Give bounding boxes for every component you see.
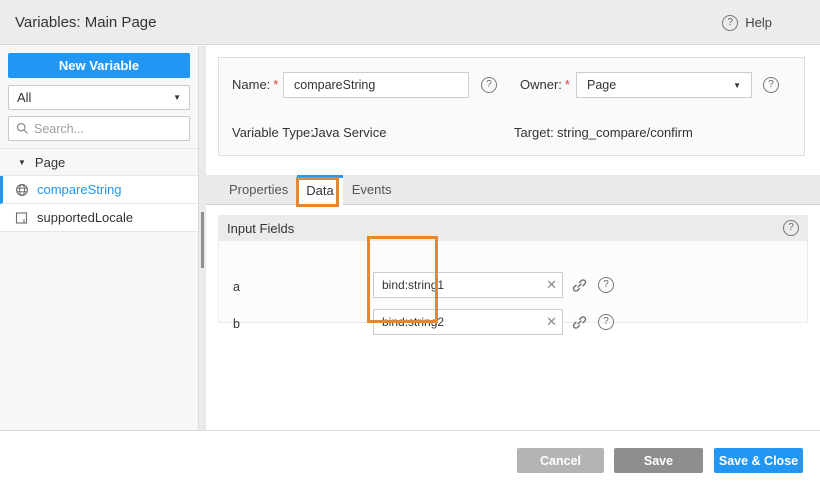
variable-icon: x (15, 211, 29, 225)
dialog-header: Variables: Main Page ? Help (0, 0, 820, 45)
binding-field-b-wrap: ✕ (373, 309, 563, 335)
detail-tabs: Properties Data Events (206, 175, 820, 205)
input-fields-title: Input Fields (227, 221, 294, 236)
name-label: Name:* (232, 77, 278, 92)
help-label: Help (745, 15, 772, 30)
main-panel: Name:* ? Owner:* Page ▼ ? Variable Type:… (206, 46, 820, 430)
variables-sidebar: New Variable All ▼ ▼ Page compareString (0, 46, 198, 430)
owner-label: Owner:* (520, 77, 570, 92)
tree-item-label: compareString (37, 182, 122, 197)
sidebar-scrollbar[interactable] (198, 46, 206, 430)
save-button[interactable]: Save (614, 448, 703, 473)
search-input[interactable] (34, 122, 195, 136)
bind-link-icon[interactable] (571, 277, 588, 294)
page-title: Variables: Main Page (15, 0, 156, 45)
clear-icon[interactable]: ✕ (546, 314, 557, 330)
bind-link-icon[interactable] (571, 314, 588, 331)
service-icon (15, 183, 29, 197)
binding-input-b[interactable] (373, 309, 563, 335)
filter-select-value: All (17, 90, 31, 105)
binding-field-a-wrap: ✕ (373, 272, 563, 298)
owner-help-icon[interactable]: ? (763, 77, 779, 93)
help-link[interactable]: ? Help (722, 0, 772, 45)
name-help-icon[interactable]: ? (481, 77, 497, 93)
tree-item-label: supportedLocale (37, 210, 133, 225)
new-variable-button[interactable]: New Variable (8, 53, 190, 78)
name-input[interactable] (283, 72, 469, 98)
input-fields-section: Input Fields ? a ✕ ? b (218, 215, 808, 323)
required-marker: * (565, 77, 570, 92)
expander-icon: ▼ (18, 158, 26, 167)
filter-select[interactable]: All ▼ (8, 85, 190, 110)
save-and-close-button[interactable]: Save & Close (714, 448, 803, 473)
variable-type-label: Variable Type: (232, 125, 314, 140)
tree-item-supportedlocale[interactable]: x supportedLocale (0, 204, 198, 232)
scrollbar-thumb[interactable] (201, 212, 204, 268)
input-fields-body: a ✕ ? b ✕ (218, 241, 808, 323)
chevron-down-icon: ▼ (733, 81, 741, 90)
required-marker: * (273, 77, 278, 92)
tree-item-comparestring[interactable]: compareString (0, 176, 198, 204)
variable-form: Name:* ? Owner:* Page ▼ ? Variable Type:… (218, 57, 805, 156)
field-a-help-icon[interactable]: ? (598, 277, 614, 293)
field-b-help-icon[interactable]: ? (598, 314, 614, 330)
owner-select-value: Page (587, 78, 616, 92)
input-fields-header: Input Fields ? (218, 215, 808, 241)
field-name-a: a (233, 280, 240, 294)
clear-icon[interactable]: ✕ (546, 277, 557, 293)
tab-properties[interactable]: Properties (220, 175, 297, 205)
variables-dialog: Variables: Main Page ? Help New Variable… (0, 0, 820, 490)
search-icon (16, 122, 29, 135)
tab-data[interactable]: Data (297, 175, 342, 205)
owner-select[interactable]: Page ▼ (576, 72, 752, 98)
cancel-button[interactable]: Cancel (517, 448, 604, 473)
variable-type-value: Java Service (312, 125, 386, 140)
tree-group-label: Page (35, 155, 65, 170)
tab-events[interactable]: Events (343, 175, 401, 205)
svg-text:x: x (23, 218, 26, 224)
field-name-b: b (233, 317, 240, 331)
variables-tree: ▼ Page compareString x supportedLocale (0, 148, 198, 232)
input-fields-help-icon[interactable]: ? (783, 220, 799, 236)
target-value: string_compare/confirm (557, 125, 693, 140)
chevron-down-icon: ▼ (173, 93, 181, 102)
target-label: Target: (514, 125, 554, 140)
binding-input-a[interactable] (373, 272, 563, 298)
search-box (8, 116, 190, 141)
footer-divider (0, 430, 820, 431)
tree-group-page[interactable]: ▼ Page (0, 148, 198, 176)
help-icon: ? (722, 15, 738, 31)
